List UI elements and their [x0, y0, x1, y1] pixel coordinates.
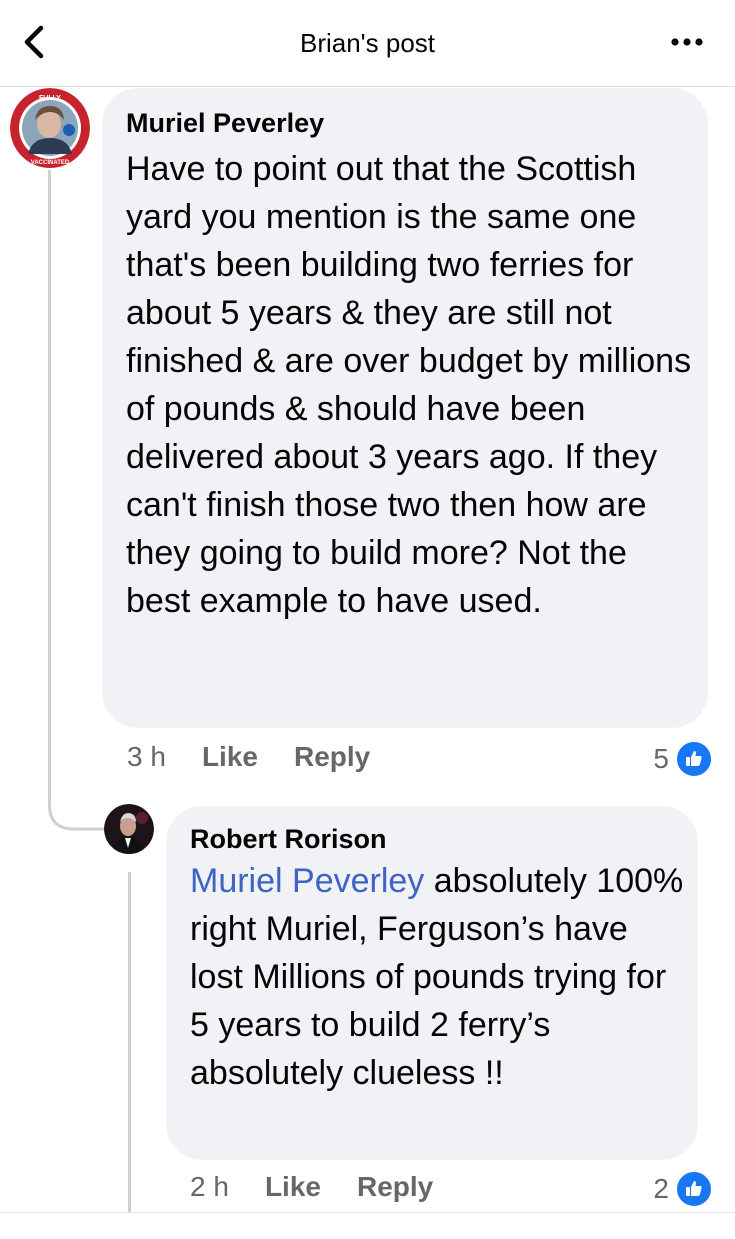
avatar-badge-top: FULLY [39, 95, 61, 102]
reaction-count: 2 [653, 1173, 669, 1204]
reply-author[interactable]: Robert Rorison [190, 824, 690, 855]
more-options-icon[interactable] [667, 30, 707, 54]
comment-bubble[interactable]: Muriel Peverley Have to point out that t… [102, 88, 708, 728]
mention-link[interactable]: Muriel Peverley [190, 862, 424, 900]
avatar[interactable] [104, 804, 154, 854]
reaction-summary[interactable]: 2 [653, 1170, 713, 1208]
reply-actions: 2 h Like Reply [190, 1171, 433, 1203]
comment-actions: 3 h Like Reply [127, 741, 370, 773]
like-button[interactable]: Like [202, 741, 258, 773]
comment-text: Have to point out that the Scottish yard… [126, 150, 692, 620]
thumbs-up-icon [675, 740, 713, 778]
reply-button[interactable]: Reply [357, 1171, 433, 1203]
comment-timestamp: 3 h [127, 741, 166, 772]
comment-author[interactable]: Muriel Peverley [126, 108, 696, 139]
thread-connector [48, 785, 108, 831]
reply-text: Muriel Peverley absolutely 100% right Mu… [190, 857, 690, 1097]
thread-line [48, 170, 51, 790]
reaction-summary[interactable]: 5 [653, 740, 713, 778]
reaction-count: 5 [653, 743, 669, 774]
top-bar: Brian's post [0, 0, 735, 87]
avatar-badge-bottom: VACCINATED [31, 160, 70, 166]
reply-thread-line [128, 872, 131, 1212]
reply-bubble[interactable]: Robert Rorison Muriel Peverley absolutel… [166, 806, 698, 1160]
bottom-bar-divider [0, 1212, 735, 1239]
like-button[interactable]: Like [265, 1171, 321, 1203]
page-title: Brian's post [299, 28, 436, 58]
avatar[interactable]: FULLY VACCINATED [10, 88, 90, 168]
reply-button[interactable]: Reply [294, 741, 370, 773]
thumbs-up-icon [675, 1170, 713, 1208]
reply-timestamp: 2 h [190, 1171, 229, 1202]
